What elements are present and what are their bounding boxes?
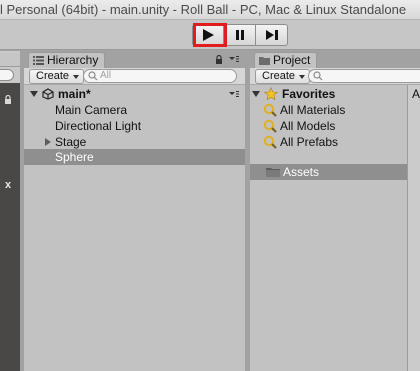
search-icon (313, 71, 323, 81)
hierarchy-panel: Hierarchy Create All main* Main Camera D… (24, 51, 245, 371)
folder-icon (259, 57, 270, 65)
window-title: l Personal (64bit) - main.unity - Roll B… (0, 2, 407, 17)
search-filter-icon (263, 135, 277, 149)
scene-tab-edge[interactable] (0, 53, 20, 67)
tab-project[interactable]: Project (254, 52, 318, 68)
project-toolbar: Create (250, 68, 420, 85)
tab-project-label: Project (273, 53, 311, 67)
favorites-label: Favorites (282, 87, 336, 101)
favorite-item[interactable]: All Models (263, 118, 336, 134)
play-button[interactable] (192, 24, 224, 46)
project-search-input[interactable] (308, 69, 420, 83)
tab-hierarchy-label: Hierarchy (47, 53, 99, 67)
unity-scene-icon (42, 88, 54, 100)
pause-button[interactable] (224, 24, 256, 46)
hierarchy-item-label: Main Camera (55, 103, 128, 117)
favorite-item-label: All Prefabs (280, 135, 339, 149)
project-create-button[interactable]: Create (255, 69, 311, 84)
lock-icon (4, 94, 12, 104)
chevron-down-icon (73, 75, 80, 79)
scene-menu-icon[interactable] (229, 90, 239, 98)
scene-viewport[interactable] (0, 83, 20, 371)
hierarchy-search-placeholder: All (100, 70, 112, 81)
hierarchy-item[interactable]: Stage (24, 134, 245, 150)
project-assets-column[interactable]: A (408, 85, 420, 371)
close-label[interactable]: x (5, 179, 11, 191)
tab-hierarchy[interactable]: Hierarchy (28, 52, 106, 68)
assets-label: Assets (283, 165, 320, 179)
hierarchy-item-label: Stage (55, 135, 87, 149)
search-filter-icon (263, 103, 277, 117)
chevron-right-icon[interactable] (45, 138, 51, 146)
hierarchy-search-input[interactable]: All (83, 69, 237, 83)
favorite-item[interactable]: All Prefabs (263, 134, 339, 150)
lock-icon[interactable] (214, 54, 224, 64)
hierarchy-item[interactable]: Main Camera (24, 102, 245, 118)
create-label: Create (36, 70, 70, 82)
play-icon (203, 29, 214, 41)
favorite-item-label: All Materials (280, 103, 346, 117)
step-icon (265, 30, 278, 40)
folder-icon (266, 168, 280, 177)
hierarchy-item-selected[interactable]: Sphere (24, 149, 245, 165)
window-title-bar: l Personal (64bit) - main.unity - Roll B… (0, 0, 420, 20)
panel-menu-icon[interactable] (229, 55, 239, 63)
scene-name: main* (58, 87, 91, 101)
scene-root-row[interactable]: main* (24, 86, 245, 102)
hierarchy-tab-row: Hierarchy (24, 51, 245, 68)
list-icon (33, 56, 44, 65)
step-button[interactable] (256, 24, 288, 46)
search-filter-icon (263, 119, 277, 133)
search-icon (88, 71, 98, 81)
assets-column-header: A (412, 87, 420, 101)
scene-search-edge[interactable] (0, 69, 14, 81)
scene-view-strip: x (0, 51, 20, 371)
hierarchy-item-label: Sphere (55, 150, 94, 164)
chevron-down-icon (299, 75, 306, 79)
assets-folder-row[interactable]: Assets (250, 164, 407, 180)
chevron-down-icon[interactable] (30, 91, 38, 97)
star-icon (264, 87, 278, 101)
hierarchy-toolbar: Create All (24, 68, 245, 85)
favorite-item-label: All Models (280, 119, 336, 133)
pause-icon (235, 30, 244, 40)
project-tab-row: Project (250, 51, 420, 68)
create-label: Create (262, 70, 296, 82)
chevron-down-icon[interactable] (252, 91, 260, 97)
hierarchy-item[interactable]: Directional Light (24, 118, 245, 134)
playback-controls (192, 23, 288, 47)
hierarchy-create-button[interactable]: Create (29, 69, 85, 84)
hierarchy-item-label: Directional Light (55, 119, 142, 133)
favorite-item[interactable]: All Materials (263, 102, 346, 118)
project-panel: Project Create Favorites All Materials A… (250, 51, 420, 371)
